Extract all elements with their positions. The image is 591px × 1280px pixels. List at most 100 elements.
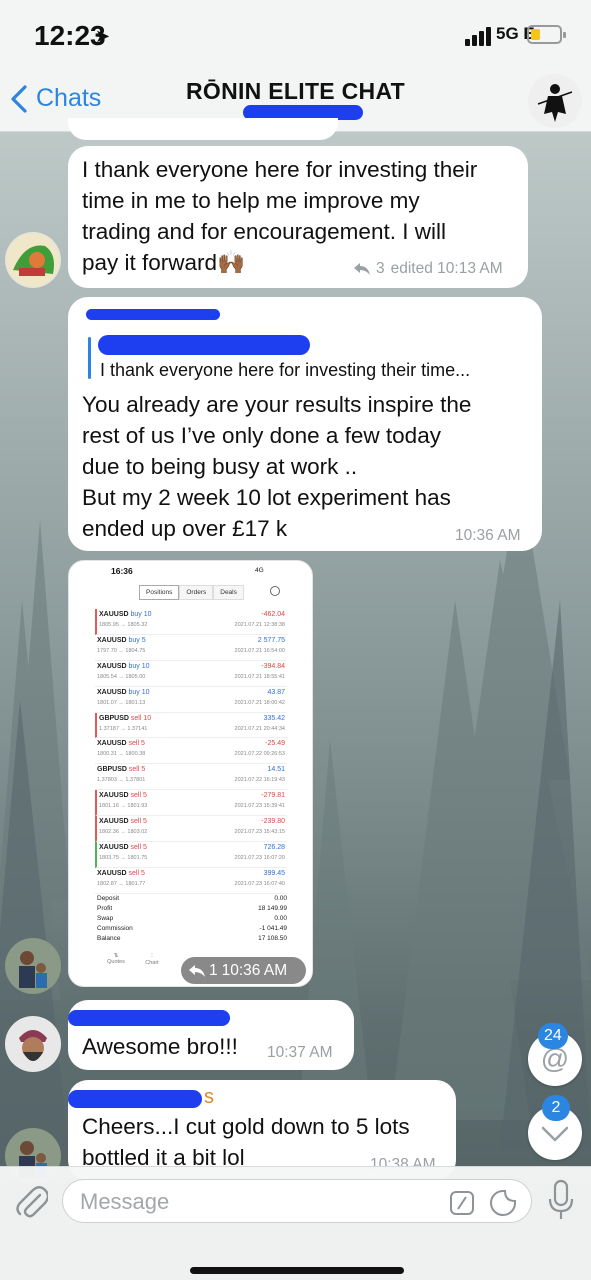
trade-side: sell 5 — [130, 818, 147, 826]
trade-prices: 1802.36 → 1803.02 — [99, 829, 148, 836]
trade-profit: 2 577.75 — [257, 636, 285, 644]
screenshot-tab: Orders — [179, 585, 214, 600]
trade-row: XAUUSD buy 10 1801.07 → 1801.13 43.87 2021.… — [95, 687, 287, 713]
reply-count[interactable]: 1 — [209, 962, 218, 980]
trade-row: GBPUSD sell 10 1.37187 → 1.37141 335.42 202… — [95, 712, 287, 739]
status-bar: 12:23 ➤ 5G E — [0, 0, 591, 70]
trade-side: buy 10 — [130, 611, 152, 618]
trade-date: 2021.07.21 20:44:34 — [234, 725, 285, 732]
trade-row: XAUUSD sell 5 1802.36 → 1803.02 -239.80 202… — [95, 816, 287, 843]
message-bubble[interactable]: I thank everyone here for investing thei… — [68, 146, 528, 288]
trade-symbol: XAUUSD sell 5 — [99, 844, 147, 852]
microphone-icon[interactable] — [547, 1179, 575, 1221]
quote-bar — [88, 337, 91, 379]
trade-symbol: XAUUSD sell 5 — [97, 869, 145, 877]
reply-arrow-icon — [354, 263, 370, 275]
trade-side: sell 5 — [130, 792, 147, 800]
trade-prices: 1803.75 → 1801.75 — [99, 855, 148, 862]
message-bubble[interactable]: s Cheers...I cut gold down to 5 lots bot… — [68, 1080, 456, 1180]
trade-row: XAUUSD sell 5 1800.31 → 1800.38 -25.49 2021… — [95, 738, 287, 765]
summary-row: Profit 18 149.99 — [97, 905, 287, 912]
trade-side: buy 10 — [128, 688, 150, 696]
trade-prices: 1801.16 → 1801.93 — [99, 803, 148, 810]
home-indicator — [190, 1267, 404, 1274]
reply-count[interactable]: 3 — [376, 260, 385, 278]
screenshot-tab: Deals — [213, 585, 244, 600]
trade-side: sell 5 — [128, 869, 145, 877]
group-avatar[interactable] — [528, 74, 582, 128]
trade-list: XAUUSD buy 10 1805.95 → 1805.32 -462.04 202… — [95, 609, 287, 894]
message-text: trading and for encouragement. I will — [82, 219, 446, 244]
message-text: time in me to help me improve my — [82, 188, 420, 213]
trade-symbol: GBPUSD sell 5 — [97, 766, 146, 774]
quotes-tab-icon: ⇅ Quotes — [107, 953, 125, 965]
trade-profit: -25.49 — [265, 740, 285, 748]
trade-prices: 1805.95 → 1805.32 — [99, 622, 148, 628]
trade-side: buy 10 — [128, 662, 150, 670]
trade-symbol: XAUUSD buy 5 — [97, 636, 146, 644]
message-input[interactable]: Message — [62, 1179, 532, 1223]
battery-icon — [527, 25, 566, 44]
trade-prices: 1801.07 → 1801.13 — [97, 699, 146, 706]
trade-symbol: XAUUSD buy 10 — [97, 688, 150, 696]
photo-avatar-icon — [5, 1016, 61, 1072]
trade-symbol: XAUUSD sell 5 — [99, 792, 147, 800]
trade-prices: 1.37803 → 1.37801 — [97, 777, 146, 784]
previous-message-bubble — [68, 118, 338, 140]
trade-profit: 14.51 — [267, 766, 285, 774]
trade-screenshot-image[interactable]: 16:36 4G Positions Orders Deals XAUUSD b… — [68, 560, 313, 987]
trade-row: XAUUSD buy 10 1805.95 → 1805.32 -462.04 202… — [95, 609, 287, 635]
message-timestamp: edited 10:13 AM — [390, 260, 503, 277]
message-timestamp: 10:36 AM — [455, 527, 521, 544]
mentions-count-badge: 24 — [538, 1023, 568, 1049]
trade-symbol: XAUUSD sell 5 — [99, 818, 147, 826]
cartoon-avatar-icon — [5, 232, 61, 288]
command-icon[interactable] — [449, 1190, 475, 1216]
sticker-icon[interactable] — [488, 1188, 518, 1218]
unread-count-badge: 2 — [542, 1095, 570, 1121]
trade-profit: 43.87 — [267, 688, 285, 696]
trade-row: XAUUSD sell 5 1801.16 → 1801.93 -279.81 202… — [95, 790, 287, 817]
message-input-bar: Message — [0, 1166, 591, 1280]
location-arrow-icon: ➤ — [95, 26, 111, 46]
trade-symbol: XAUUSD buy 10 — [99, 611, 152, 618]
trade-row: XAUUSD sell 5 1803.75 → 1801.75 726.28 2021… — [95, 842, 287, 868]
trade-symbol: GBPUSD sell 10 — [99, 714, 152, 722]
trade-prices: 1.37187 → 1.37141 — [99, 725, 148, 732]
message-text: You already are your results inspire the — [82, 392, 472, 417]
attachment-icon[interactable] — [14, 1181, 48, 1221]
summary-row: Commission -1 041.49 — [97, 925, 287, 932]
quoted-message[interactable]: I thank everyone here for investing thei… — [100, 360, 470, 381]
message-timestamp: 10:36 AM — [221, 961, 288, 979]
image-meta-overlay: 1 10:36 AM — [181, 957, 306, 984]
chat-title[interactable]: RŌNIN ELITE CHAT — [0, 78, 591, 105]
sender-avatar[interactable] — [5, 232, 61, 288]
trade-date: 2021.07.22 16:19:43 — [234, 777, 285, 784]
trade-side: sell 5 — [128, 740, 145, 748]
message-bubble[interactable]: Awesome bro!!! 10:37 AM — [68, 1000, 354, 1070]
summary-row: Deposit 0.00 — [97, 895, 287, 902]
message-text: But my 2 week 10 lot experiment has — [82, 485, 451, 510]
trade-side: sell 5 — [128, 766, 146, 774]
trade-prices: 1802.87 → 1801.77 — [97, 880, 146, 887]
message-text: Awesome bro!!! — [82, 1034, 238, 1059]
trade-row: XAUUSD buy 10 1805.54 → 1805.00 -394.84 202… — [95, 661, 287, 687]
trade-date: 2021.07.21 16:54:00 — [234, 647, 285, 654]
screenshot-time: 16:36 — [111, 566, 133, 576]
trade-row: GBPUSD sell 5 1.37803 → 1.37801 14.51 2021.… — [95, 764, 287, 791]
trade-symbol: XAUUSD buy 10 — [97, 662, 150, 670]
photo-avatar-icon — [5, 938, 61, 994]
trade-profit: -279.81 — [261, 792, 285, 800]
trade-profit: 335.42 — [263, 714, 285, 722]
trade-prices: 1797.70 → 1804.75 — [97, 647, 146, 654]
trade-profit: 399.45 — [263, 869, 285, 877]
sender-name-fragment: s — [204, 1086, 214, 1108]
message-bubble[interactable]: I thank everyone here for investing thei… — [68, 297, 542, 551]
trade-profit: -462.04 — [261, 611, 285, 618]
trade-date: 2021.07.23 15:43:15 — [234, 829, 285, 836]
sender-avatar[interactable] — [5, 938, 61, 994]
trade-side: buy 5 — [128, 636, 146, 644]
sender-avatar[interactable] — [5, 1016, 61, 1072]
clock-icon — [270, 586, 280, 596]
trade-date: 2021.07.23 15:39:41 — [234, 803, 285, 810]
